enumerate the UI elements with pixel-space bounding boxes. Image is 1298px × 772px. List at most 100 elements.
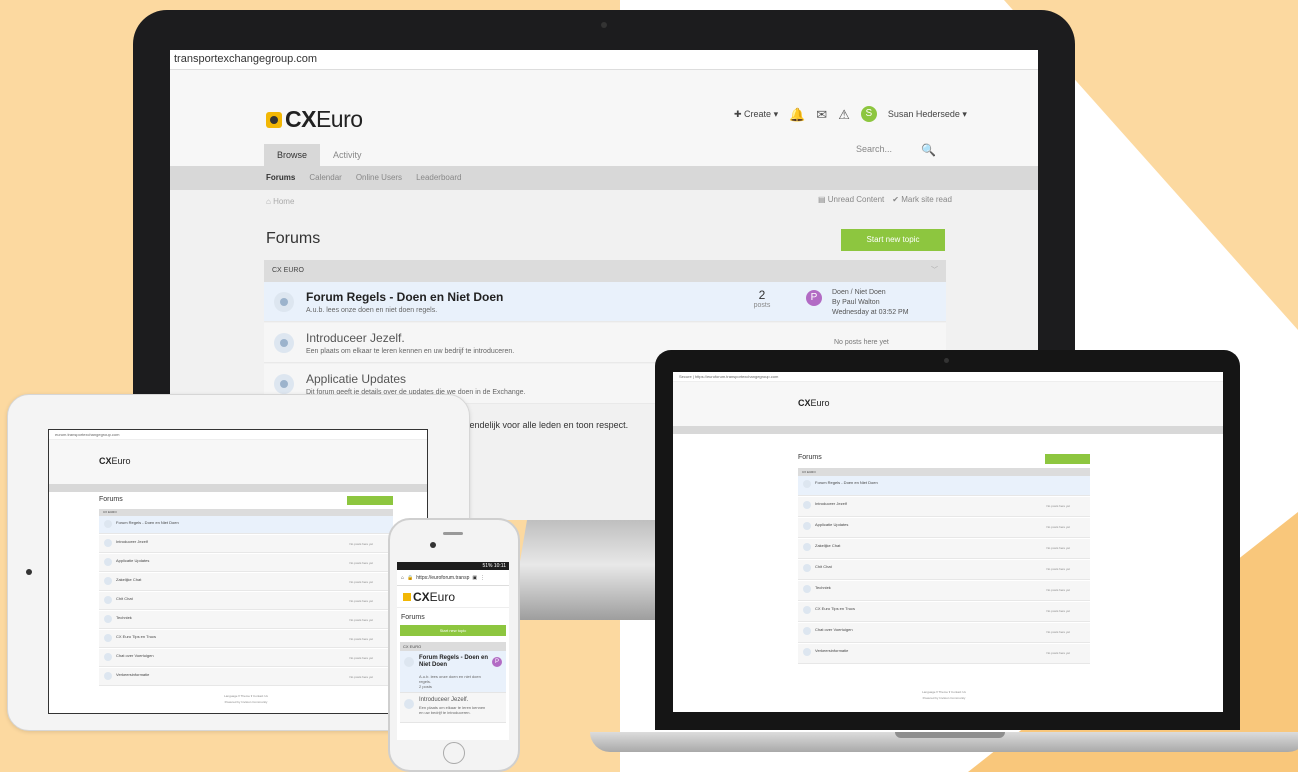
search-input[interactable]: Search... [856, 144, 892, 156]
no-posts-label: No posts here yet [349, 618, 373, 622]
user-menu[interactable]: Susan Hedersede ▾ [888, 109, 967, 120]
forum-row[interactable]: Forum Regels - Doen en Niet Doen [798, 476, 1090, 496]
forum-row[interactable]: Techniek No posts here yet [798, 581, 1090, 601]
breadcrumb-home[interactable]: Home [273, 197, 294, 206]
start-new-topic-button[interactable]: Start new topic [841, 229, 945, 251]
user-avatar[interactable]: S [860, 106, 877, 122]
subnav-calendar[interactable]: Calendar [309, 166, 341, 190]
forum-title[interactable]: Introduceer Jezelf. [419, 697, 489, 704]
post-count-number: 2 [758, 288, 766, 302]
mail-icon[interactable]: ✉ [816, 108, 827, 121]
forum-title[interactable]: Forum Regels - Doen en Niet Doen [419, 655, 489, 669]
no-posts-label: No posts here yet [1046, 609, 1070, 613]
forum-description: Een plaats om elkaar te leren kennen en … [419, 705, 486, 715]
subnav-forums[interactable]: Forums [266, 166, 295, 190]
forum-title[interactable]: Techniek [815, 585, 831, 590]
start-new-topic-button[interactable]: Start new topic [400, 625, 506, 636]
search-box[interactable]: Search... 🔍 [856, 144, 936, 156]
forum-title[interactable]: Chit Chat [815, 564, 832, 569]
footer-links[interactable]: Language ▾ Theme ▾ Contact Us [798, 690, 1090, 694]
category-header[interactable]: CX EURO [99, 509, 393, 516]
breadcrumb[interactable]: ⌂ Home [266, 197, 294, 206]
content-actions: ▤ Unread Content ✔ Mark site read [818, 195, 952, 204]
site-logo[interactable]: CXEuro [99, 456, 131, 466]
forum-row[interactable]: Forum Regels - Doen en Niet Doen [99, 516, 393, 534]
forum-title[interactable]: Verkeersinformatie [815, 648, 848, 653]
forum-title[interactable]: Chit Chat [116, 596, 133, 601]
last-poster-avatar[interactable]: P [806, 290, 822, 306]
category-header[interactable]: CX EURO [400, 642, 506, 651]
home-button[interactable] [443, 742, 465, 764]
phone-address-bar[interactable]: https://euroforum.transp [416, 575, 469, 581]
forum-row[interactable]: Verkeersinformatie No posts here yet [99, 668, 393, 686]
forum-title[interactable]: Applicatie Updates [116, 558, 149, 563]
home-icon[interactable]: ⌂ [401, 575, 404, 581]
search-icon[interactable]: 🔍 [921, 144, 936, 156]
forum-row[interactable]: Techniek No posts here yet [99, 611, 393, 629]
site-logo[interactable]: CXEuro [798, 398, 830, 408]
forum-title[interactable]: Forum Regels - Doen en Niet Doen [116, 520, 179, 525]
forum-title[interactable]: Chat over Voertuigen [815, 627, 853, 632]
forum-row[interactable]: Applicatie Updates No posts here yet [99, 554, 393, 572]
forum-row[interactable]: Applicatie Updates No posts here yet [798, 518, 1090, 538]
forum-row[interactable]: Forum Regels - Doen en Niet Doen A.u.b. … [400, 651, 506, 693]
last-poster-avatar[interactable]: P [492, 657, 502, 667]
more-icon[interactable]: ⋮ [480, 575, 485, 581]
logo-brand-bold: CX [285, 106, 316, 132]
warning-icon[interactable]: ⚠ [838, 108, 850, 121]
forum-row[interactable]: CX Euro Tips en Trucs No posts here yet [99, 630, 393, 648]
forum-title[interactable]: Forum Regels - Doen en Niet Doen [306, 290, 503, 304]
footer-links[interactable]: Language ▾ Theme ▾ Contact Us [99, 694, 393, 698]
last-post-title[interactable]: Doen / Niet Doen [832, 288, 909, 298]
last-post-author[interactable]: By Paul Walton [832, 298, 909, 308]
start-new-topic-button[interactable] [1045, 454, 1090, 464]
logo-brand-light: Euro [315, 106, 363, 132]
forum-row[interactable]: Chit Chat No posts here yet [99, 592, 393, 610]
camera-icon [944, 358, 949, 363]
forum-title[interactable]: Verkeersinformatie [116, 672, 149, 677]
forum-title[interactable]: Applicatie Updates [815, 522, 848, 527]
tab-browse[interactable]: Browse [264, 144, 321, 166]
forum-title[interactable]: CX Euro Tips en Trucs [116, 634, 156, 639]
forum-row[interactable]: Verkeersinformatie No posts here yet [798, 644, 1090, 664]
address-bar[interactable]: transportexchangegroup.com [170, 50, 1038, 70]
forum-row[interactable]: CX Euro Tips en Trucs No posts here yet [798, 602, 1090, 622]
forum-row[interactable]: Zakelijke Chat No posts here yet [798, 539, 1090, 559]
forum-row[interactable]: Zakelijke Chat No posts here yet [99, 573, 393, 591]
create-menu[interactable]: ✚ Create ▾ [734, 109, 778, 120]
forum-row[interactable]: Introduceer Jezelf No posts here yet [99, 535, 393, 553]
start-new-topic-button[interactable] [347, 496, 393, 505]
mark-read-link[interactable]: ✔ Mark site read [892, 195, 952, 204]
laptop-address-bar[interactable]: Secure | https://euroforum.transportexch… [673, 372, 1223, 382]
forum-title[interactable]: CX Euro Tips en Trucs [815, 606, 855, 611]
forum-row[interactable]: Chat over Voertuigen No posts here yet [99, 649, 393, 667]
home-button[interactable] [26, 569, 32, 575]
unread-content-link[interactable]: ▤ Unread Content [818, 195, 884, 204]
chevron-down-icon[interactable]: ﹀ [931, 260, 938, 282]
forum-title[interactable]: Zakelijke Chat [116, 577, 141, 582]
tabs-icon[interactable]: ▣ [472, 575, 477, 581]
forum-title[interactable]: Introduceer Jezelf. [306, 331, 405, 345]
category-header[interactable]: CX EURO [798, 468, 1090, 476]
forum-row[interactable]: Forum Regels - Doen en Niet Doen A.u.b. … [264, 282, 946, 322]
forum-title[interactable]: Chat over Voertuigen [116, 653, 154, 658]
bell-icon[interactable]: 🔔 [789, 108, 805, 121]
forum-row[interactable]: Introduceer Jezelf No posts here yet [798, 497, 1090, 517]
forum-title[interactable]: Introduceer Jezelf [116, 539, 148, 544]
forum-title[interactable]: Applicatie Updates [306, 372, 406, 386]
secondary-nav: Forums Calendar Online Users Leaderboard [170, 166, 1038, 190]
forum-title[interactable]: Introduceer Jezelf [815, 501, 847, 506]
forum-row[interactable]: Introduceer Jezelf. Een plaats om elkaar… [400, 693, 506, 723]
forum-row[interactable]: Chat over Voertuigen No posts here yet [798, 623, 1090, 643]
subnav-online-users[interactable]: Online Users [356, 166, 402, 190]
subnav-leaderboard[interactable]: Leaderboard [416, 166, 461, 190]
forum-title[interactable]: Forum Regels - Doen en Niet Doen [815, 480, 878, 485]
forum-row[interactable]: Chit Chat No posts here yet [798, 560, 1090, 580]
tablet-address-bar[interactable]: eurum.transportexchangegroup.com [49, 430, 427, 440]
forum-title[interactable]: Techniek [116, 615, 132, 620]
site-logo[interactable]: CXEuro [266, 106, 363, 133]
site-logo[interactable]: CXEuro [397, 586, 509, 608]
tab-activity[interactable]: Activity [320, 144, 375, 166]
category-header[interactable]: CX EURO ﹀ [264, 260, 946, 282]
forum-title[interactable]: Zakelijke Chat [815, 543, 840, 548]
